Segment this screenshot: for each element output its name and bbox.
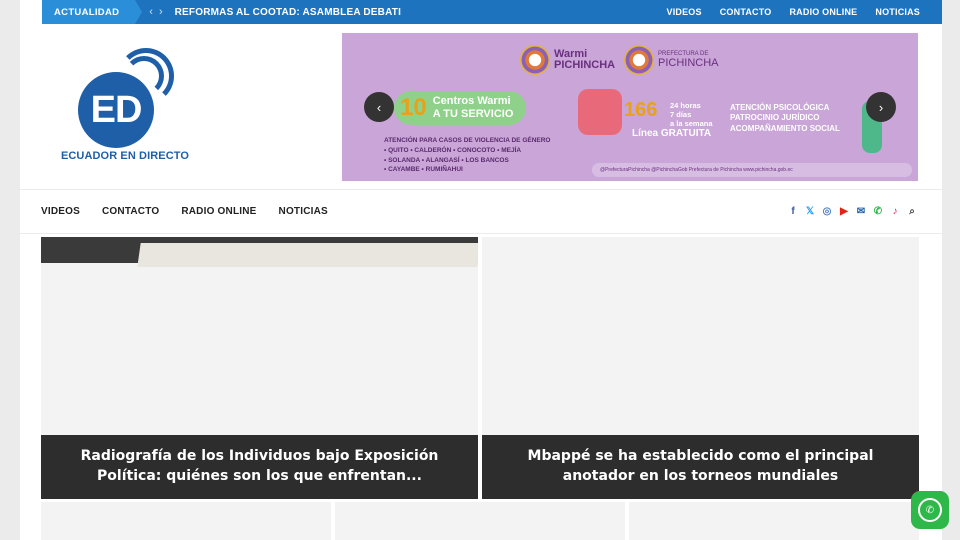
banner-locations-3: • CAYAMBE • RUMIÑAHUI — [384, 166, 463, 174]
banner-pill-number: 10 — [400, 94, 427, 121]
top-nav-videos[interactable]: VIDEOS — [667, 7, 702, 17]
banner-footer: @PrefecturaPichincha @PichinchaGob Prefe… — [592, 163, 912, 177]
instagram-icon[interactable]: ◎ — [821, 206, 833, 217]
site-header: ED ECUADOR EN DIRECTO Warmi PICHINCHA PR… — [20, 24, 942, 190]
email-icon[interactable]: ✉ — [855, 206, 867, 217]
banner-brand2-top: PREFECTURA DE — [658, 50, 709, 57]
banner-services: ATENCIÓN PSICOLÓGICA PATROCINIO JURÍDICO… — [730, 103, 840, 134]
top-nav: VIDEOS CONTACTO RADIO ONLINE NOTICIAS — [667, 7, 943, 17]
nav-videos[interactable]: VIDEOS — [41, 206, 80, 217]
page: ACTUALIDAD ‹ › REFORMAS AL COOTAD: ASAMB… — [20, 0, 942, 540]
main-nav-links: VIDEOS CONTACTO RADIO ONLINE NOTICIAS — [20, 206, 328, 217]
banner-locations-1: • QUITO • CALDERÓN • CONOCOTO • MEJÍA — [384, 146, 522, 154]
facebook-icon[interactable]: f — [787, 206, 799, 217]
ticker-headline[interactable]: REFORMAS AL COOTAD: ASAMBLEA DEBATI — [175, 7, 401, 18]
ticker-prev-icon[interactable]: ‹ — [149, 6, 153, 18]
x-icon[interactable]: 𝕏 — [804, 206, 816, 217]
banner-services-1: ATENCIÓN PSICOLÓGICA — [730, 103, 830, 112]
banner-brand2-bottom: PICHINCHA — [658, 57, 719, 70]
banner-hours: 24 horas 7 días a la semana — [670, 101, 713, 128]
logo-mark: ED — [78, 72, 154, 148]
banner-locations: ATENCIÓN PARA CASOS DE VIOLENCIA DE GÉNE… — [384, 136, 551, 175]
article-title[interactable]: Radiografía de los Individuos bajo Expos… — [41, 435, 478, 499]
tiktok-icon[interactable]: ♪ — [889, 206, 901, 217]
banner-prev-button[interactable]: ‹ — [364, 92, 394, 122]
article-card-thumb[interactable] — [335, 502, 625, 540]
article-card[interactable]: Mbappé se ha establecido como el princip… — [482, 237, 919, 499]
top-nav-radio-online[interactable]: RADIO ONLINE — [789, 7, 857, 17]
search-icon[interactable]: ⌕ — [906, 206, 918, 217]
site-logo[interactable]: ED ECUADOR EN DIRECTO — [50, 48, 200, 170]
logo-name: ECUADOR EN DIRECTO — [60, 150, 190, 162]
nav-noticias[interactable]: NOTICIAS — [279, 206, 328, 217]
article-title[interactable]: Mbappé se ha establecido como el princip… — [482, 435, 919, 499]
social-icons: f 𝕏 ◎ ▶ ✉ ✆ ♪ ⌕ — [787, 206, 942, 217]
banner-brand1-bottom: PICHINCHA — [554, 59, 616, 71]
banner-pill-line1: Centros Warmi — [432, 95, 511, 108]
youtube-icon[interactable]: ▶ — [838, 206, 850, 217]
banner-hours-1: 24 horas — [670, 101, 701, 110]
article-card-thumb[interactable] — [41, 502, 331, 540]
banner-hours-3: a la semana — [670, 119, 713, 128]
ticker-label: ACTUALIDAD — [42, 0, 143, 24]
whatsapp-icon: ✆ — [918, 498, 942, 522]
phone-icon — [578, 89, 622, 135]
nav-radio-online[interactable]: RADIO ONLINE — [181, 206, 256, 217]
banner-attention-title: ATENCIÓN PARA CASOS DE VIOLENCIA DE GÉNE… — [384, 137, 551, 144]
banner-services-3: ACOMPAÑAMIENTO SOCIAL — [730, 123, 840, 133]
banner-hours-2: 7 días — [670, 110, 692, 119]
ticker-next-icon[interactable]: › — [159, 6, 163, 18]
top-bar: ACTUALIDAD ‹ › REFORMAS AL COOTAD: ASAMB… — [42, 0, 942, 24]
whatsapp-float-button[interactable]: ✆ — [911, 491, 949, 529]
top-nav-contacto[interactable]: CONTACTO — [720, 7, 772, 17]
banner-services-2: PATROCINIO JURÍDICO — [730, 113, 820, 123]
banner-hotline: 166 — [624, 99, 658, 121]
ticker-arrows: ‹ › — [149, 6, 162, 18]
article-image-paper — [137, 243, 478, 267]
banner-warmi-logo: Warmi PICHINCHA — [520, 45, 615, 75]
banner-centers-pill: 10 Centros Warmi A TU SERVICIO — [394, 91, 526, 125]
ad-banner[interactable]: Warmi PICHINCHA PREFECTURA DE PICHINCHA … — [342, 33, 918, 181]
main-nav: VIDEOS CONTACTO RADIO ONLINE NOTICIAS f𝕏… — [20, 190, 942, 234]
banner-next-button[interactable]: › — [866, 92, 896, 122]
banner-pill-line2: A TU SERVICIO — [432, 108, 514, 120]
article-card[interactable]: Radiografía de los Individuos bajo Expos… — [41, 237, 478, 499]
flower-icon — [624, 45, 654, 75]
article-card-thumb[interactable] — [629, 502, 919, 540]
top-nav-noticias[interactable]: NOTICIAS — [875, 7, 920, 17]
banner-locations-2: • SOLANDA • ALANGASÍ • LOS BANCOS — [384, 156, 509, 164]
flower-icon — [520, 45, 550, 75]
nav-contacto[interactable]: CONTACTO — [102, 206, 159, 217]
banner-line: Línea GRATUITA — [632, 128, 712, 139]
banner-prefectura-logo: PREFECTURA DE PICHINCHA — [624, 45, 719, 75]
whatsapp-icon[interactable]: ✆ — [872, 206, 884, 217]
